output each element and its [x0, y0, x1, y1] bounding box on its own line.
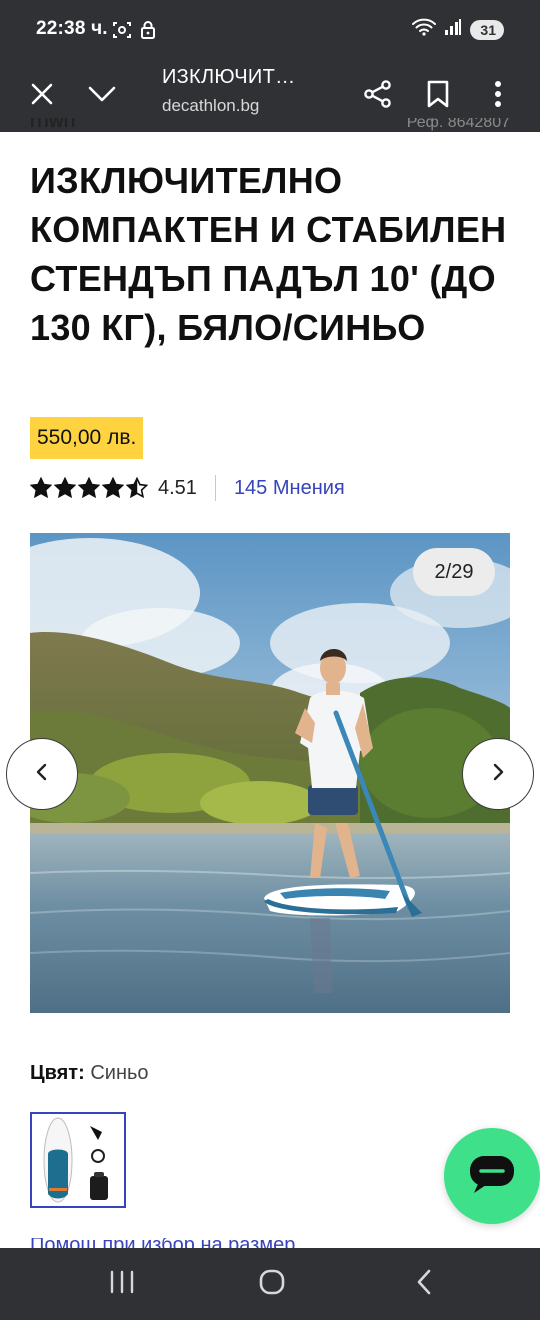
- system-nav-bar: [0, 1248, 540, 1320]
- gallery-next-button[interactable]: [462, 738, 534, 810]
- back-icon: [415, 1268, 433, 1301]
- chat-button[interactable]: [444, 1128, 540, 1224]
- battery-icon: 31: [470, 19, 504, 40]
- share-button[interactable]: [354, 72, 402, 120]
- page-title: ИЗКЛЮЧИТ…: [162, 66, 296, 88]
- chevron-left-icon: [35, 762, 49, 787]
- home-icon: [258, 1268, 286, 1301]
- color-swatch-blue[interactable]: [30, 1112, 126, 1208]
- more-vert-icon: [494, 80, 502, 113]
- product-reference: Реф. 8642807: [406, 118, 510, 131]
- wifi-icon: [412, 18, 437, 41]
- color-label: Цвят:: [30, 1062, 85, 1084]
- minimize-button[interactable]: [78, 72, 126, 120]
- star-icon: [126, 477, 148, 499]
- star-icon: [30, 477, 52, 499]
- share-icon: [363, 79, 393, 114]
- bookmark-button[interactable]: [414, 72, 462, 120]
- lock-icon: [140, 20, 156, 45]
- close-tab-button[interactable]: [18, 72, 66, 120]
- recent-apps-icon: [109, 1270, 135, 1299]
- screenshot-icon: [112, 20, 132, 45]
- product-photo: [30, 533, 510, 1013]
- rating-row: 4.51 145 Мнения: [30, 474, 345, 502]
- bookmark-icon: [427, 80, 449, 113]
- product-gallery[interactable]: [30, 533, 510, 1013]
- brand-name[interactable]: ITIWIT: [30, 118, 78, 132]
- price-badge: 550,00 лв.: [30, 417, 144, 459]
- battery-level: 31: [480, 21, 496, 38]
- status-left-icons: [112, 20, 156, 45]
- product-title: ИЗКЛЮЧИТЕЛНО КОМПАКТЕН И СТАБИЛЕН СТЕНДЪ…: [30, 160, 507, 348]
- chat-bubble-icon: [468, 1154, 516, 1199]
- size-help-link[interactable]: Помощ при избор на размер: [30, 1238, 295, 1248]
- gallery-prev-button[interactable]: [6, 738, 78, 810]
- back-button[interactable]: [394, 1260, 454, 1308]
- status-time: 22:38 ч.: [36, 18, 108, 39]
- recent-apps-button[interactable]: [92, 1260, 152, 1308]
- star-icon: [102, 477, 124, 499]
- reviews-link[interactable]: 145 Мнения: [234, 477, 345, 500]
- close-icon: [30, 82, 54, 111]
- size-help-link-partial[interactable]: Помощ при избор на размер: [30, 1238, 510, 1248]
- chevron-down-icon: [88, 85, 116, 108]
- gallery-counter: 2/29: [413, 548, 495, 596]
- color-value: Синьо: [90, 1062, 149, 1084]
- status-bar: 22:38 ч. 31: [0, 0, 540, 60]
- chevron-right-icon: [491, 762, 505, 787]
- star-icon: [78, 477, 100, 499]
- signal-icon: [444, 18, 462, 41]
- page-domain: decathlon.bg: [162, 96, 260, 115]
- price-value: 550,00 лв.: [37, 426, 137, 449]
- status-right: 31: [412, 18, 504, 41]
- rating-stars: [30, 477, 148, 499]
- rating-divider: [214, 475, 216, 501]
- brand-ref-row: ITIWIT Реф. 8642807: [30, 118, 510, 136]
- home-button[interactable]: [242, 1260, 302, 1308]
- color-row: Цвят: Синьо: [30, 1062, 149, 1085]
- more-options-button[interactable]: [474, 72, 522, 120]
- star-icon: [54, 477, 76, 499]
- rating-value: 4.51: [158, 476, 197, 499]
- swatch-image: [43, 1117, 108, 1203]
